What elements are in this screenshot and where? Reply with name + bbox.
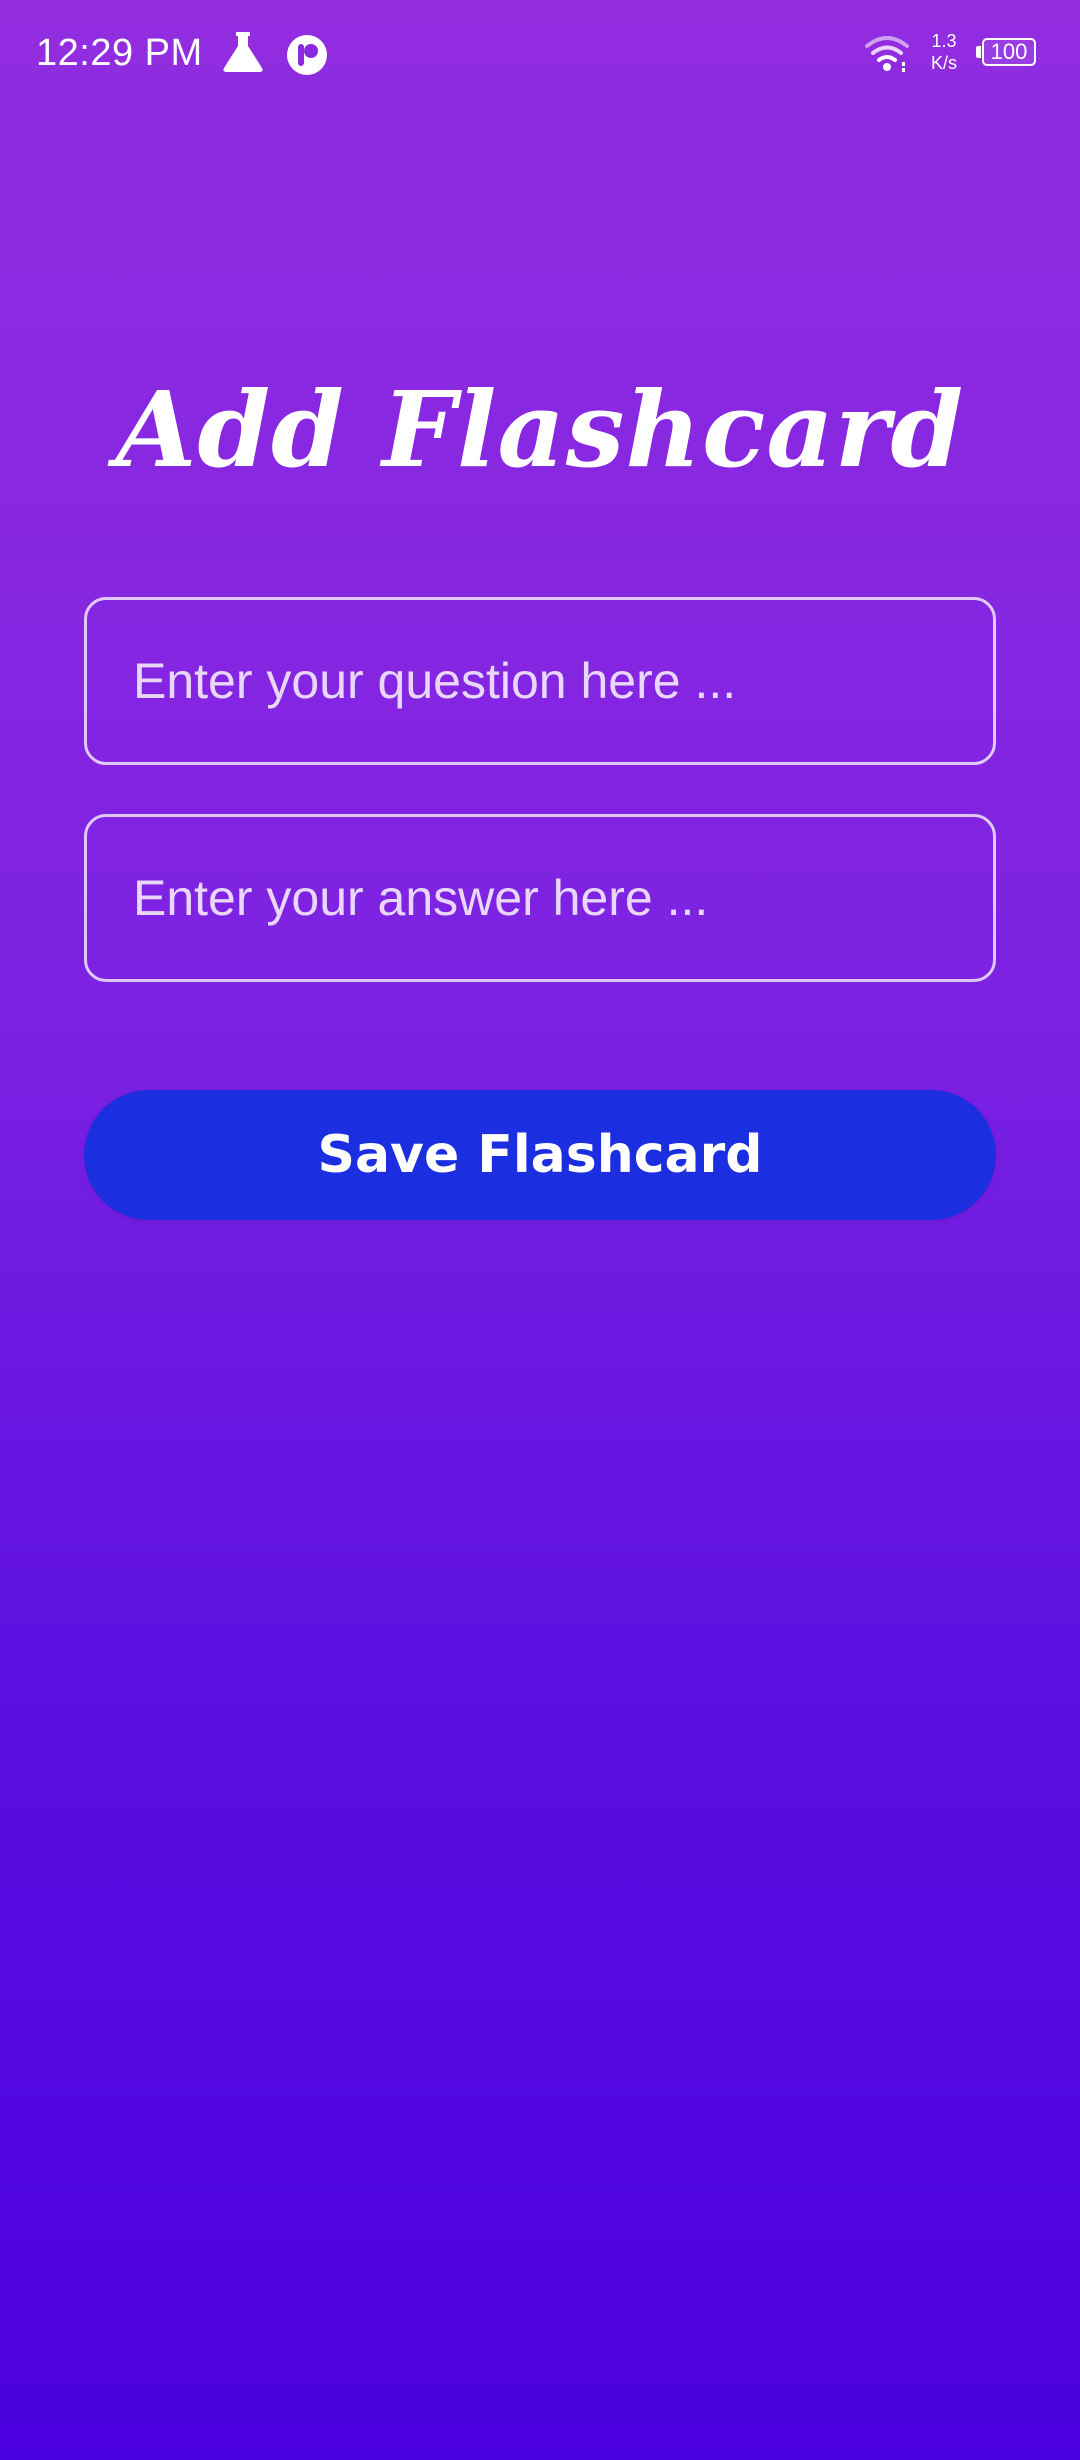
wifi-icon: [864, 34, 910, 74]
answer-input[interactable]: [84, 814, 996, 982]
battery-level: 100: [982, 38, 1036, 66]
status-bar: 12:29 PM 1.3 K/s 100: [0, 0, 1080, 110]
network-speed-unit: K/s: [930, 53, 957, 73]
status-time: 12:29 PM: [36, 32, 203, 74]
app-notification-icon: [286, 34, 328, 76]
network-speed: 1.3 K/s: [924, 30, 964, 74]
flask-icon: [222, 30, 264, 74]
save-flashcard-button[interactable]: Save Flashcard: [84, 1090, 996, 1220]
battery-icon: 100: [976, 38, 1040, 70]
network-speed-value: 1.3: [931, 31, 957, 51]
battery-cap: [976, 46, 981, 58]
question-input[interactable]: [84, 597, 996, 765]
page-title: Add Flashcard: [115, 368, 965, 491]
